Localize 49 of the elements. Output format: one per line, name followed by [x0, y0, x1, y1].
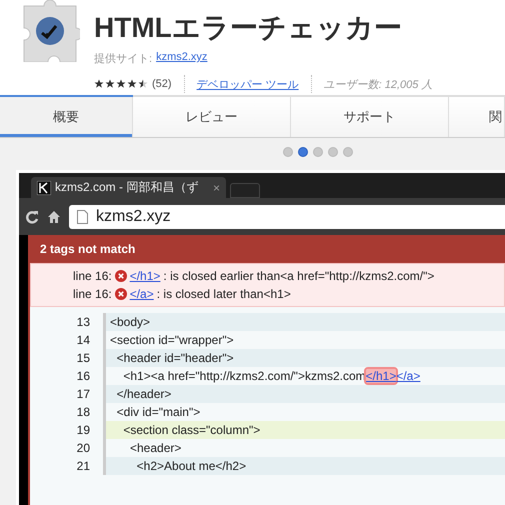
close-icon[interactable]: ×	[212, 180, 220, 194]
code-text: <div id="main">	[116, 405, 200, 419]
line-number: 19	[30, 421, 106, 439]
tab[interactable]: サポート	[291, 97, 449, 137]
user-count: ユーザー数: 12,005 人	[324, 78, 432, 92]
error-message: : is closed later than<h1>	[156, 287, 291, 301]
carousel-dot[interactable]	[342, 147, 352, 157]
browser-tab[interactable]: kzms2.com - 岡部和昌（ず ×	[31, 177, 226, 198]
tag-link[interactable]: </h1>	[130, 269, 160, 283]
tab[interactable]: レビュー	[133, 97, 291, 137]
carousel-dot[interactable]	[298, 147, 308, 157]
line-number: 13	[30, 313, 106, 331]
tag-link[interactable]: </a>	[130, 287, 154, 301]
reload-icon[interactable]	[25, 210, 39, 224]
code-text: </header>	[116, 387, 172, 401]
panel-title: 2 tags not match	[39, 241, 136, 258]
carousel-dot[interactable]	[312, 147, 322, 157]
code-text: <header>	[129, 441, 182, 455]
error-message: : is closed earlier than<a href="http://kzms2.com/">	[163, 269, 434, 283]
category-link[interactable]: デベロッパー ツール	[196, 76, 299, 92]
address-bar[interactable]: kzms2.xyz	[69, 204, 505, 228]
code-text: <h2>About me</h2>	[136, 459, 246, 473]
rating-count: (52)	[152, 78, 172, 90]
code-text: <body>	[110, 315, 150, 329]
tag-link[interactable]: </a>	[396, 369, 420, 383]
code-text: <section class="column">	[122, 423, 260, 437]
error-line-label: line 16:	[73, 287, 112, 301]
favicon-icon	[37, 180, 51, 194]
new-tab-button[interactable]	[230, 183, 260, 198]
code-text: <header id="header">	[116, 351, 234, 365]
tab-title: kzms2.com - 岡部和昌（ず	[55, 179, 198, 196]
carousel-dot[interactable]	[282, 147, 292, 157]
provider-link[interactable]: kzms2.xyz	[156, 51, 208, 66]
tag-link[interactable]: </h1>	[366, 369, 396, 383]
code-text: <h1><a href="http://kzms2.com/">kzms2.com	[122, 369, 366, 383]
line-number: 15	[30, 349, 106, 367]
tab[interactable]: 関	[449, 97, 505, 137]
code-text: <section id="wrapper">	[110, 333, 234, 347]
carousel-dot[interactable]	[328, 147, 338, 157]
home-icon[interactable]	[47, 210, 61, 224]
error-icon	[114, 288, 127, 300]
page-icon	[77, 210, 88, 224]
tab[interactable]: 概要	[0, 97, 133, 137]
provider-label: 提供サイト:	[94, 52, 152, 66]
line-number: 17	[30, 385, 106, 403]
extension-title: HTMLエラーチェッカー	[94, 11, 403, 45]
error-line-label: line 16:	[73, 269, 112, 283]
line-number: 21	[30, 457, 106, 475]
error-icon	[114, 270, 127, 282]
